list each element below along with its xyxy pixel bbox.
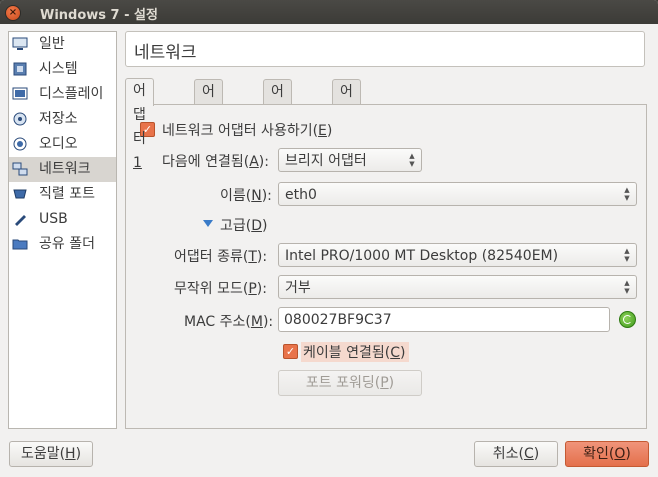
disk-icon xyxy=(13,112,27,126)
close-icon[interactable]: × xyxy=(5,5,21,21)
sidebar-item-storage[interactable]: 저장소 xyxy=(9,107,116,132)
attached-to-select[interactable]: 브리지 어댑터 ▲ ▼ xyxy=(278,148,422,172)
port-forwarding-button[interactable]: 포트 포워딩(P) xyxy=(278,370,422,396)
sidebar-item-system[interactable]: 시스템 xyxy=(9,57,116,82)
monitor-icon xyxy=(12,37,28,50)
spin-arrows-icon: ▲ ▼ xyxy=(624,247,630,263)
tab-adapter-4[interactable]: 어댑터 4 xyxy=(332,79,361,172)
adapter-type-select[interactable]: Intel PRO/1000 MT Desktop (82540EM) ▲ ▼ xyxy=(278,243,637,267)
sidebar-item-label: 시스템 xyxy=(39,61,78,77)
tab-number: 1 xyxy=(133,155,142,171)
sidebar-item-network[interactable]: 네트워크 xyxy=(9,157,116,182)
settings-sidebar: 일반 시스템 디스플레이 저장소 오디오 네트워크 직렬 포트 USB 공유 폴… xyxy=(8,31,117,429)
sidebar-item-label: 공유 폴더 xyxy=(39,236,95,252)
adapter-type-value: Intel PRO/1000 MT Desktop (82540EM) xyxy=(285,248,559,264)
chip-icon xyxy=(13,62,27,76)
tab-label: 어댑터 xyxy=(133,83,146,147)
sidebar-item-label: 오디오 xyxy=(39,136,78,152)
tab-adapter-2[interactable]: 어댑터 2 xyxy=(194,79,223,172)
cancel-button[interactable]: 취소(C) xyxy=(474,441,558,467)
sidebar-item-label: 직렬 포트 xyxy=(39,186,95,202)
refresh-mac-icon[interactable] xyxy=(619,311,636,328)
sidebar-item-usb[interactable]: USB xyxy=(9,207,116,232)
audio-icon xyxy=(13,137,27,151)
mac-address-label: MAC 주소(M): xyxy=(184,314,274,330)
serial-port-icon xyxy=(13,189,27,199)
promiscuous-mode-select[interactable]: 거부 ▲ ▼ xyxy=(278,275,637,299)
spin-arrows-icon: ▲ ▼ xyxy=(624,186,630,202)
tab-adapter-1[interactable]: 어댑터 1 xyxy=(125,78,154,171)
sidebar-item-label: USB xyxy=(39,211,68,227)
folder-icon xyxy=(12,239,28,250)
name-label: 이름(N): xyxy=(220,188,272,204)
name-value: eth0 xyxy=(285,187,317,203)
tab-adapter-3[interactable]: 어댑터 3 xyxy=(263,79,292,172)
cable-connected-checkbox[interactable]: ✓ xyxy=(283,344,298,359)
sidebar-item-display[interactable]: 디스플레이 xyxy=(9,82,116,107)
attached-to-value: 브리지 어댑터 xyxy=(285,153,367,169)
enable-adapter-label[interactable]: 네트워크 어댑터 사용하기(E) xyxy=(162,120,332,140)
spin-arrows-icon: ▲ ▼ xyxy=(624,279,630,295)
spin-arrows-icon: ▲ ▼ xyxy=(409,152,415,168)
settings-window: × Windows 7 - 설정 일반 시스템 디스플레이 저장소 오디오 네트… xyxy=(0,0,658,477)
advanced-expander[interactable]: 고급(D) xyxy=(220,215,267,235)
network-icon xyxy=(12,162,28,176)
sidebar-item-shared-folders[interactable]: 공유 폴더 xyxy=(9,232,116,257)
sidebar-item-label: 디스플레이 xyxy=(39,86,104,102)
window-title: Windows 7 - 설정 xyxy=(40,8,158,23)
name-select[interactable]: eth0 ▲ ▼ xyxy=(278,182,637,206)
cable-connected-label[interactable]: 케이블 연결됨(C) xyxy=(301,342,410,362)
sidebar-item-label: 저장소 xyxy=(39,111,78,127)
sidebar-item-label: 일반 xyxy=(39,36,65,52)
adapter-panel: ✓ 네트워크 어댑터 사용하기(E) 다음에 연결됨(A): 브리지 어댑터 ▲… xyxy=(125,104,647,429)
usb-icon xyxy=(15,215,26,226)
expander-arrow-icon[interactable] xyxy=(203,220,213,227)
page-title: 네트워크 xyxy=(134,43,197,63)
display-icon xyxy=(12,87,28,100)
mac-address-input[interactable]: 080027BF9C37 xyxy=(278,307,610,332)
sidebar-item-general[interactable]: 일반 xyxy=(9,32,116,57)
sidebar-item-serial-ports[interactable]: 직렬 포트 xyxy=(9,182,116,207)
ok-button[interactable]: 확인(O) xyxy=(565,441,649,467)
sidebar-item-label: 네트워크 xyxy=(39,161,91,177)
section-header: 네트워크 xyxy=(125,31,645,67)
sidebar-item-audio[interactable]: 오디오 xyxy=(9,132,116,157)
attached-to-label: 다음에 연결됨(A): xyxy=(162,154,269,170)
adapter-type-label: 어댑터 종류(T): xyxy=(174,249,268,265)
settings-main: 네트워크 어댑터 1 어댑터 2 어댑터 3 어댑터 4 ✓ 네트워크 어댑터 … xyxy=(125,31,647,429)
promiscuous-mode-label: 무작위 모드(P): xyxy=(174,281,267,297)
help-button[interactable]: 도움말(H) xyxy=(9,441,93,467)
promiscuous-mode-value: 거부 xyxy=(285,280,311,296)
mac-address-value: 080027BF9C37 xyxy=(284,312,392,328)
title-bar: × Windows 7 - 설정 xyxy=(0,0,658,24)
